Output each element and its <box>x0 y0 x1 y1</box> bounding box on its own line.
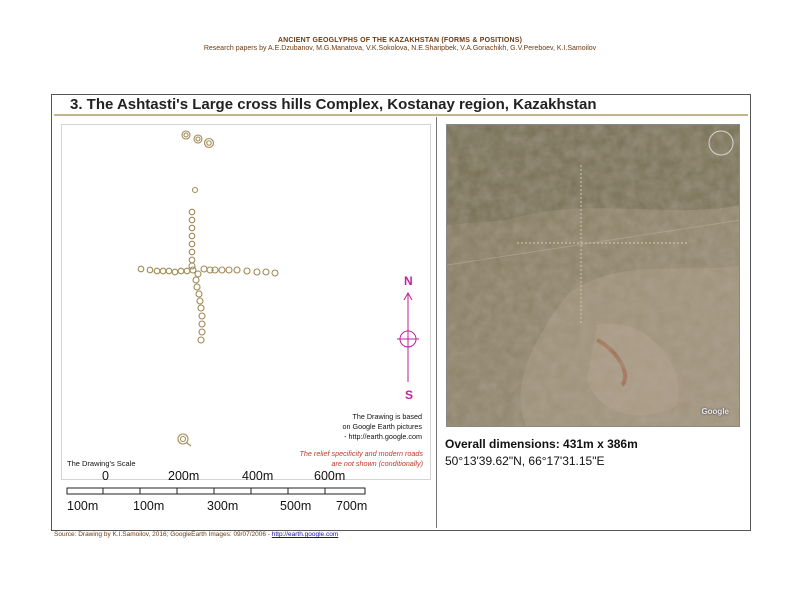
scale-label-top: 400m <box>242 469 274 483</box>
scale-title: The Drawing's Scale <box>67 459 136 468</box>
hill-marker <box>198 312 206 320</box>
hill-marker <box>177 433 189 445</box>
hill-marker <box>188 262 196 270</box>
note-line: are not shown (conditionally) <box>331 459 424 468</box>
note-line: The relief specificity and modern roads <box>299 449 423 458</box>
hill-marker <box>200 265 208 273</box>
hill-marker <box>193 134 203 144</box>
scale-label-bottom: 700m <box>336 499 368 513</box>
hill-marker <box>243 267 251 275</box>
hill-marker-inner <box>206 140 212 146</box>
document-authors: Research papers by A.E.Dzubanov, M.G.Man… <box>203 45 597 52</box>
hill-marker <box>188 216 196 224</box>
scale-label-bottom: 100m <box>133 499 165 513</box>
source-text: Source: Drawing by K.I.Samoilov, 2016; G… <box>54 531 272 538</box>
google-watermark: Google <box>701 407 729 416</box>
hill-marker <box>188 232 196 240</box>
hill-marker <box>188 208 196 216</box>
hill-marker <box>203 137 215 149</box>
hill-marker <box>183 267 191 275</box>
hill-marker-inner <box>179 435 187 443</box>
hill-markers <box>137 130 279 447</box>
hill-marker <box>146 266 154 274</box>
scale-label-bottom: 100m <box>67 499 99 513</box>
hill-marker <box>196 297 204 305</box>
hill-marker <box>171 268 179 276</box>
hill-marker <box>188 224 196 232</box>
hill-marker-inner <box>195 136 201 142</box>
hill-marker <box>159 267 167 275</box>
scale-label-top: 600m <box>314 469 346 483</box>
hill-marker <box>192 276 200 284</box>
hill-marker <box>197 304 205 312</box>
hill-marker <box>181 130 191 140</box>
scale-label-top: 0 <box>102 469 109 483</box>
hill-marker <box>253 268 261 276</box>
scale-label-top: 200m <box>168 469 200 483</box>
hill-marker <box>188 256 196 264</box>
hill-marker <box>198 320 206 328</box>
drawing-source-note: The Drawing is based on Google Earth pic… <box>300 412 422 442</box>
title-divider <box>54 114 748 116</box>
satellite-image: Google <box>446 124 740 427</box>
hill-marker <box>271 269 279 277</box>
hill-marker <box>225 266 233 274</box>
hill-marker <box>188 240 196 248</box>
hill-marker <box>137 265 145 273</box>
scale-label-bottom: 300m <box>207 499 239 513</box>
relief-note: The relief specificity and modern roads … <box>270 449 423 469</box>
overall-dimensions: Overall dimensions: 431m x 386m <box>445 437 638 451</box>
hill-marker <box>188 248 196 256</box>
compass-north-label: N <box>404 274 413 288</box>
hill-marker <box>197 336 205 344</box>
note-line: The Drawing is based <box>352 412 422 421</box>
coordinates: 50°13'39.62"N, 66°17'31.15"E <box>445 454 605 468</box>
compass-icon <box>397 291 419 382</box>
source-link[interactable]: http://earth.google.com <box>272 531 339 538</box>
compass-south-label: S <box>405 388 414 402</box>
hill-marker <box>218 266 226 274</box>
hill-marker <box>194 270 202 278</box>
source-note: Source: Drawing by K.I.Samoilov, 2016; G… <box>54 531 338 538</box>
note-line: - http://earth.google.com <box>344 432 422 441</box>
scale-bar <box>66 487 366 495</box>
scale-label-bottom: 500m <box>280 499 312 513</box>
section-title: 3. The Ashtasti's Large cross hills Comp… <box>70 96 597 113</box>
hill-marker-tail <box>186 442 192 447</box>
hill-marker <box>193 283 201 291</box>
document-title: ANCIENT GEOGLYPHS OF THE KAZAKHSTAN (FOR… <box>277 37 523 44</box>
hill-marker <box>177 267 185 275</box>
hill-marker-inner <box>183 132 189 138</box>
hill-marker <box>198 328 206 336</box>
hill-marker <box>262 268 270 276</box>
document-header: ANCIENT GEOGLYPHS OF THE KAZAKHSTAN (FOR… <box>0 37 800 52</box>
note-line: on Google Earth pictures <box>342 422 422 431</box>
hill-marker <box>153 267 161 275</box>
hill-marker <box>195 290 203 298</box>
hill-marker <box>165 267 173 275</box>
hill-marker <box>233 266 241 274</box>
hill-marker <box>191 186 199 194</box>
